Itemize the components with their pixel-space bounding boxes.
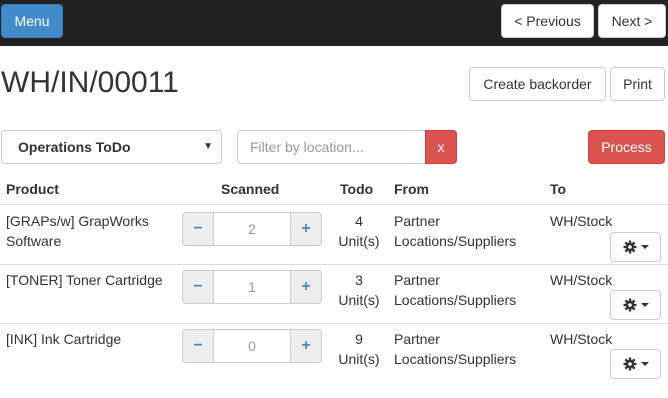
header-divider xyxy=(0,204,668,205)
menu-button[interactable]: Menu xyxy=(1,4,63,38)
page-title: WH/IN/00011 xyxy=(1,66,179,99)
product-name: [INK] Ink Cartridge xyxy=(6,331,122,347)
from-location: Partner Locations/Suppliers xyxy=(394,272,517,308)
scanned-stepper[interactable]: − 1 + xyxy=(182,270,322,304)
todo-unit: Unit(s) xyxy=(338,233,380,249)
header-product: Product xyxy=(6,181,59,197)
to-location: WH/Stock xyxy=(550,272,613,288)
scanned-stepper[interactable]: − 2 + xyxy=(182,212,322,246)
to-location: WH/Stock xyxy=(550,213,613,229)
gear-icon xyxy=(623,240,636,254)
print-button[interactable]: Print xyxy=(610,67,665,101)
caret-down-icon xyxy=(640,245,649,249)
todo-cell: 9 Unit(s) xyxy=(337,329,381,369)
scanned-stepper[interactable]: − 0 + xyxy=(182,329,322,363)
todo-quantity: 3 xyxy=(355,272,363,288)
operations-select[interactable]: Operations ToDo ▼ xyxy=(1,130,222,164)
product-name: [TONER] Toner Cartridge xyxy=(6,272,163,288)
caret-down-icon xyxy=(640,303,649,307)
todo-unit: Unit(s) xyxy=(338,351,380,367)
to-location: WH/Stock xyxy=(550,331,613,347)
todo-cell: 3 Unit(s) xyxy=(337,270,381,310)
row-divider xyxy=(0,264,668,265)
increment-button[interactable]: + xyxy=(290,212,322,246)
todo-quantity: 4 xyxy=(355,213,363,229)
scanned-value[interactable]: 0 xyxy=(214,329,290,363)
caret-down-icon xyxy=(640,362,649,366)
todo-quantity: 9 xyxy=(355,331,363,347)
from-location: Partner Locations/Suppliers xyxy=(394,213,517,249)
todo-cell: 4 Unit(s) xyxy=(337,211,381,251)
todo-unit: Unit(s) xyxy=(338,292,380,308)
row-actions-button[interactable] xyxy=(610,232,661,262)
location-filter-input[interactable] xyxy=(237,130,425,164)
create-backorder-button[interactable]: Create backorder xyxy=(469,67,606,101)
operations-select-value: Operations ToDo xyxy=(18,139,131,155)
row-actions-button[interactable] xyxy=(610,349,661,379)
row-divider xyxy=(0,323,668,324)
row-actions-button[interactable] xyxy=(610,290,661,320)
gear-icon xyxy=(623,298,636,312)
clear-filter-button[interactable]: x xyxy=(425,130,457,164)
scanned-value[interactable]: 1 xyxy=(214,270,290,304)
decrement-button[interactable]: − xyxy=(182,212,214,246)
gear-icon xyxy=(623,357,636,371)
next-button[interactable]: Next > xyxy=(598,4,666,38)
process-button[interactable]: Process xyxy=(588,130,665,164)
decrement-button[interactable]: − xyxy=(182,329,214,363)
header-scanned: Scanned xyxy=(221,181,280,197)
decrement-button[interactable]: − xyxy=(182,270,214,304)
scanned-value[interactable]: 2 xyxy=(214,212,290,246)
caret-down-icon: ▼ xyxy=(203,141,213,152)
header-from: From xyxy=(394,181,429,197)
increment-button[interactable]: + xyxy=(290,270,322,304)
header-todo: Todo xyxy=(340,181,374,197)
product-name: [GRAPs/w] GrapWorks Software xyxy=(6,213,149,249)
increment-button[interactable]: + xyxy=(290,329,322,363)
from-location: Partner Locations/Suppliers xyxy=(394,331,517,367)
previous-button[interactable]: < Previous xyxy=(501,4,594,38)
header-to: To xyxy=(550,181,567,197)
